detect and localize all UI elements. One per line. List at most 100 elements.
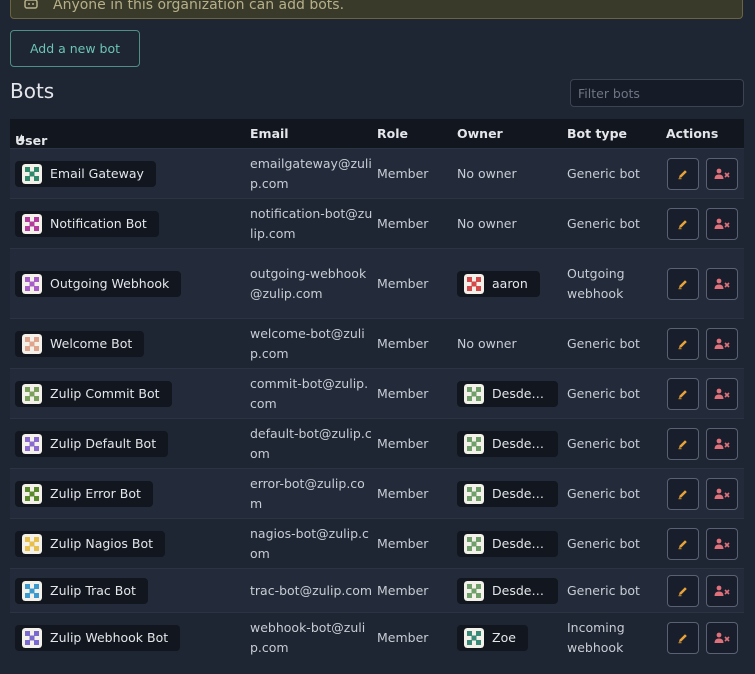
bot-user-pill[interactable]: Zulip Error Bot	[15, 480, 153, 507]
bot-type: Generic bot	[567, 215, 640, 231]
bot-role: Member	[377, 165, 429, 181]
sort-ascending-icon: ▲	[18, 133, 25, 143]
bot-type: Outgoing webhook	[567, 265, 625, 301]
column-email[interactable]: Email	[250, 126, 289, 141]
bot-avatar	[22, 483, 42, 504]
bot-user-pill[interactable]: Welcome Bot	[15, 330, 145, 357]
add-new-bot-button[interactable]: Add a new bot	[10, 30, 140, 67]
bot-avatar	[22, 273, 42, 294]
deactivate-bot-button[interactable]	[706, 157, 738, 190]
bot-email: error-bot@zulip.com	[250, 475, 365, 511]
owner-text: No owner	[457, 215, 517, 231]
bot-type: Generic bot	[567, 485, 640, 501]
edit-bot-button[interactable]	[667, 207, 699, 240]
bot-name: Outgoing Webhook	[50, 275, 170, 291]
bot-user-pill[interactable]: Notification Bot	[15, 210, 159, 237]
bot-user-pill[interactable]: Outgoing Webhook	[15, 270, 182, 297]
bot-user-pill[interactable]: Zulip Default Bot	[15, 430, 169, 457]
owner-pill[interactable]: Desdemona	[457, 480, 558, 507]
edit-bot-button[interactable]	[667, 157, 699, 190]
bot-user-pill[interactable]: Zulip Nagios Bot	[15, 530, 166, 557]
owner-text: No owner	[457, 165, 517, 181]
user-remove-icon	[714, 218, 730, 229]
column-role[interactable]: Role	[377, 126, 408, 141]
owner-avatar	[464, 483, 484, 504]
bot-user-pill[interactable]: Zulip Webhook Bot	[15, 624, 181, 651]
owner-pill[interactable]: Desdemona	[457, 430, 558, 457]
deactivate-bot-button[interactable]	[706, 267, 738, 300]
bot-type: Generic bot	[567, 165, 640, 181]
bot-avatar	[22, 333, 42, 354]
column-owner[interactable]: Owner	[457, 126, 503, 141]
bot-name: Notification Bot	[50, 215, 147, 231]
bot-user-pill[interactable]: Zulip Trac Bot	[15, 577, 148, 604]
user-remove-icon	[714, 338, 730, 349]
edit-bot-button[interactable]	[667, 527, 699, 560]
deactivate-bot-button[interactable]	[706, 207, 738, 240]
bot-avatar	[22, 383, 42, 404]
edit-bot-button[interactable]	[667, 574, 699, 607]
owner-avatar	[464, 433, 484, 454]
bot-email: emailgateway@zulip.com	[250, 155, 372, 191]
owner-avatar	[464, 627, 484, 648]
owner-name: Desdemona	[492, 435, 546, 451]
bot-name: Zulip Default Bot	[50, 435, 157, 451]
deactivate-bot-button[interactable]	[706, 477, 738, 510]
bot-name: Email Gateway	[50, 165, 144, 181]
bot-type: Generic bot	[567, 385, 640, 401]
pencil-icon	[678, 489, 687, 499]
bot-avatar	[22, 213, 42, 234]
bot-role: Member	[377, 335, 429, 351]
owner-pill[interactable]: Desdemona	[457, 577, 558, 604]
bot-email: welcome-bot@zulip.com	[250, 325, 365, 361]
bot-role: Member	[377, 275, 429, 291]
edit-bot-button[interactable]	[667, 377, 699, 410]
pencil-icon	[678, 539, 687, 549]
edit-bot-button[interactable]	[667, 327, 699, 360]
bot-name: Welcome Bot	[50, 335, 133, 351]
pencil-icon	[678, 389, 687, 399]
table-row: Zulip Webhook Bot webhook-bot@zulip.com …	[10, 612, 744, 662]
bot-name: Zulip Commit Bot	[50, 385, 160, 401]
table-row: Outgoing Webhook outgoing-webhook@zulip.…	[10, 248, 744, 318]
bot-avatar	[22, 433, 42, 454]
filter-bots-input[interactable]	[570, 79, 744, 107]
deactivate-bot-button[interactable]	[706, 327, 738, 360]
owner-name: Desdemona	[492, 385, 546, 401]
owner-pill[interactable]: aaron	[457, 270, 540, 297]
owner-name: Desdemona	[492, 535, 546, 551]
table-row: Zulip Trac Bot trac-bot@zulip.com Member…	[10, 568, 744, 612]
owner-pill[interactable]: Desdemona	[457, 530, 558, 557]
edit-bot-button[interactable]	[667, 621, 699, 654]
pencil-icon	[678, 633, 687, 643]
bot-name: Zulip Error Bot	[50, 485, 141, 501]
owner-avatar	[464, 383, 484, 404]
deactivate-bot-button[interactable]	[706, 527, 738, 560]
bot-type: Generic bot	[567, 535, 640, 551]
table-header: User ▲ Email Role Owner Bot type Actions	[10, 119, 744, 148]
bot-email: trac-bot@zulip.com	[250, 582, 373, 598]
owner-pill[interactable]: Zoe	[457, 624, 528, 651]
bot-name: Zulip Trac Bot	[50, 582, 136, 598]
bot-email: default-bot@zulip.com	[250, 425, 372, 461]
deactivate-bot-button[interactable]	[706, 377, 738, 410]
bot-role: Member	[377, 629, 429, 645]
edit-bot-button[interactable]	[667, 267, 699, 300]
edit-bot-button[interactable]	[667, 427, 699, 460]
bot-user-pill[interactable]: Zulip Commit Bot	[15, 380, 172, 407]
owner-pill[interactable]: Desdemona	[457, 380, 558, 407]
pencil-icon	[678, 279, 687, 289]
owner-name: Desdemona	[492, 582, 546, 598]
bot-user-pill[interactable]: Email Gateway	[15, 160, 156, 187]
bot-email: outgoing-webhook@zulip.com	[250, 265, 367, 301]
user-remove-icon	[714, 585, 730, 596]
bot-avatar	[22, 627, 42, 648]
deactivate-bot-button[interactable]	[706, 427, 738, 460]
deactivate-bot-button[interactable]	[706, 621, 738, 654]
deactivate-bot-button[interactable]	[706, 574, 738, 607]
bot-name: Zulip Nagios Bot	[50, 535, 154, 551]
bot-role: Member	[377, 215, 429, 231]
edit-bot-button[interactable]	[667, 477, 699, 510]
column-bot-type[interactable]: Bot type	[567, 126, 627, 141]
pencil-icon	[678, 339, 687, 349]
